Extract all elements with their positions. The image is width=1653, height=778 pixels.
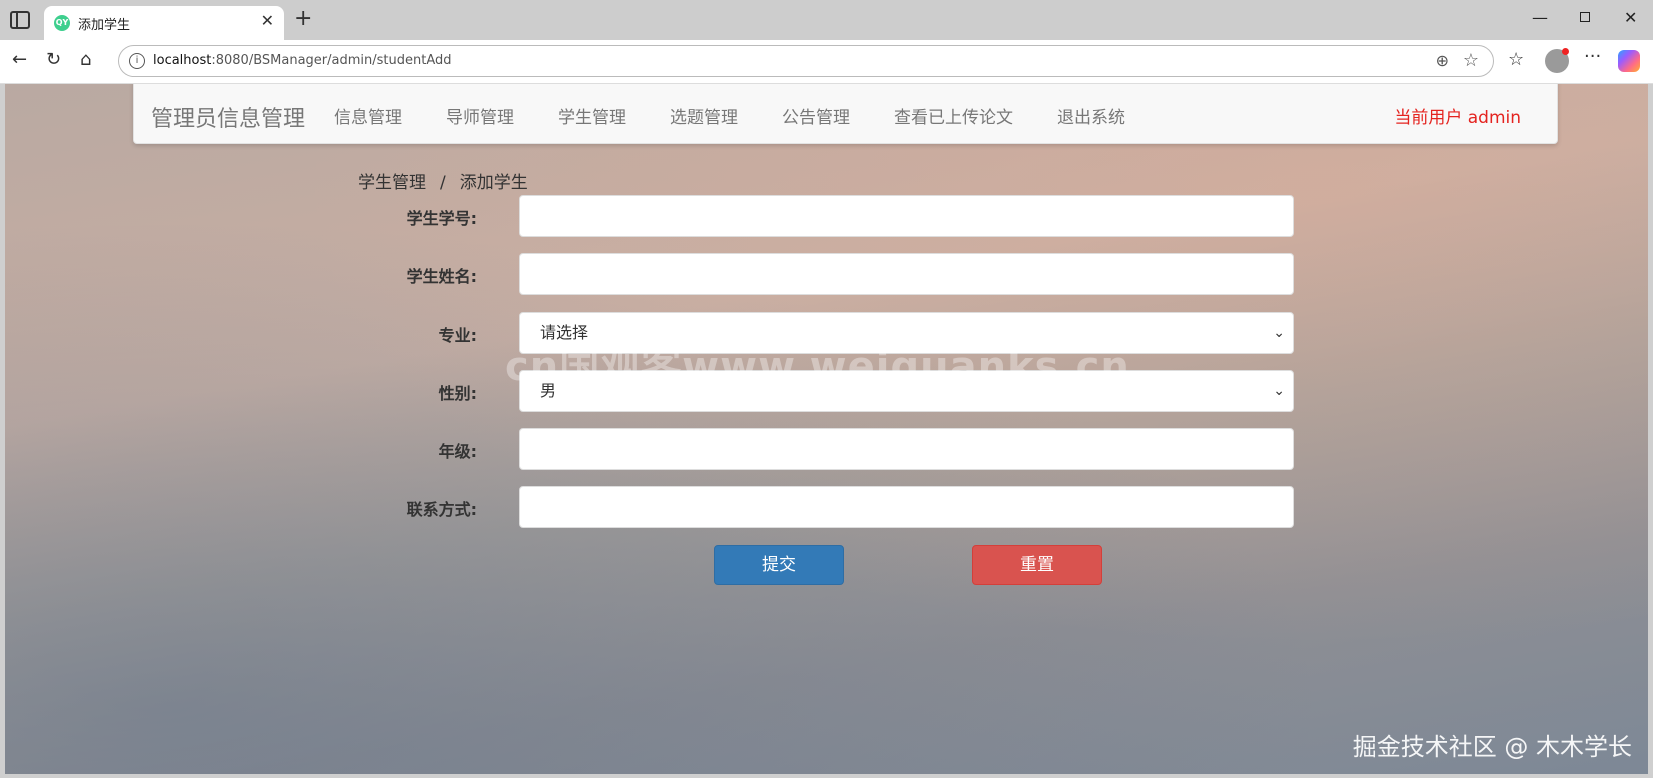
nav-item-students[interactable]: 学生管理 xyxy=(558,103,626,128)
zoom-icon[interactable]: ⊕ xyxy=(1436,51,1449,70)
chevron-down-icon: ⌄ xyxy=(1273,325,1285,341)
navbar-brand[interactable]: 管理员信息管理 xyxy=(151,101,305,133)
current-user: 当前用户 admin xyxy=(1394,108,1521,128)
nav-menu: 信息管理 导师管理 学生管理 选题管理 公告管理 查看已上传论文 退出系统 xyxy=(334,103,1169,128)
home-icon[interactable]: ⌂ xyxy=(80,49,91,70)
nav-item-papers[interactable]: 查看已上传论文 xyxy=(894,103,1013,128)
address-toolbar: ← ↻ ⌂ i localhost:8080/BSManager/admin/s… xyxy=(0,40,1653,84)
form-row-contact: 联系方式: xyxy=(5,486,1648,528)
nav-item-notices[interactable]: 公告管理 xyxy=(782,103,850,128)
copilot-icon[interactable] xyxy=(1618,50,1640,72)
nav-item-advisors[interactable]: 导师管理 xyxy=(446,103,514,128)
breadcrumb-current: 添加学生 xyxy=(459,173,528,193)
favorites-icon[interactable]: ☆ xyxy=(1508,49,1524,70)
tab-title: 添加学生 xyxy=(78,18,131,33)
minimize-icon[interactable]: — xyxy=(1532,8,1548,27)
reset-button[interactable]: 重置 xyxy=(972,545,1102,585)
nav-item-topics[interactable]: 选题管理 xyxy=(670,103,738,128)
favicon-icon: QY xyxy=(54,15,70,31)
student-name-input[interactable] xyxy=(519,253,1294,295)
close-tab-icon[interactable]: ✕ xyxy=(261,11,274,30)
chevron-down-icon: ⌄ xyxy=(1273,383,1285,399)
student-name-label: 学生姓名: xyxy=(406,267,477,286)
breadcrumb: 学生管理 / 添加学生 xyxy=(358,168,528,193)
corner-watermark: 掘金技术社区 @ 木木学长 xyxy=(1352,733,1632,761)
contact-label: 联系方式: xyxy=(406,500,477,519)
contact-input[interactable] xyxy=(519,486,1294,528)
student-no-input[interactable] xyxy=(519,195,1294,237)
form-row-student-name: 学生姓名: xyxy=(5,253,1648,295)
grade-label: 年级: xyxy=(438,442,477,461)
url-text[interactable]: localhost:8080/BSManager/admin/studentAd… xyxy=(153,53,452,68)
browser-tab-bar: QY 添加学生 ✕ + — ✕ xyxy=(0,0,1653,40)
profile-notification-dot xyxy=(1562,48,1569,55)
more-menu-icon[interactable]: ··· xyxy=(1584,46,1601,67)
student-no-label: 学生学号: xyxy=(406,209,477,228)
reload-icon[interactable]: ↻ xyxy=(46,49,61,70)
submit-button[interactable]: 提交 xyxy=(714,545,844,585)
grade-input[interactable] xyxy=(519,428,1294,470)
form-row-grade: 年级: xyxy=(5,428,1648,470)
site-info-icon[interactable]: i xyxy=(129,53,145,69)
breadcrumb-separator: / xyxy=(440,173,446,193)
page-viewport: 管理员信息管理 信息管理 导师管理 学生管理 选题管理 公告管理 查看已上传论文… xyxy=(5,84,1648,774)
nav-item-logout[interactable]: 退出系统 xyxy=(1057,103,1125,128)
breadcrumb-parent[interactable]: 学生管理 xyxy=(358,173,426,193)
form-row-student-no: 学生学号: xyxy=(5,195,1648,237)
url-bar[interactable]: i localhost:8080/BSManager/admin/student… xyxy=(118,45,1494,77)
favorite-star-icon[interactable]: ☆ xyxy=(1463,50,1479,71)
back-icon[interactable]: ← xyxy=(12,49,27,70)
nav-item-info[interactable]: 信息管理 xyxy=(334,103,402,128)
browser-tab[interactable]: QY 添加学生 ✕ xyxy=(44,6,284,40)
maximize-icon[interactable] xyxy=(1580,7,1590,26)
center-watermark: cn国观客www.weiguanks.cn xyxy=(505,344,1130,390)
major-label: 专业: xyxy=(438,326,477,345)
top-navbar: 管理员信息管理 信息管理 导师管理 学生管理 选题管理 公告管理 查看已上传论文… xyxy=(133,84,1558,144)
gender-label: 性别: xyxy=(438,384,477,403)
close-window-icon[interactable]: ✕ xyxy=(1624,8,1637,27)
sidebar-toggle-icon[interactable] xyxy=(10,11,30,29)
new-tab-icon[interactable]: + xyxy=(294,6,312,31)
